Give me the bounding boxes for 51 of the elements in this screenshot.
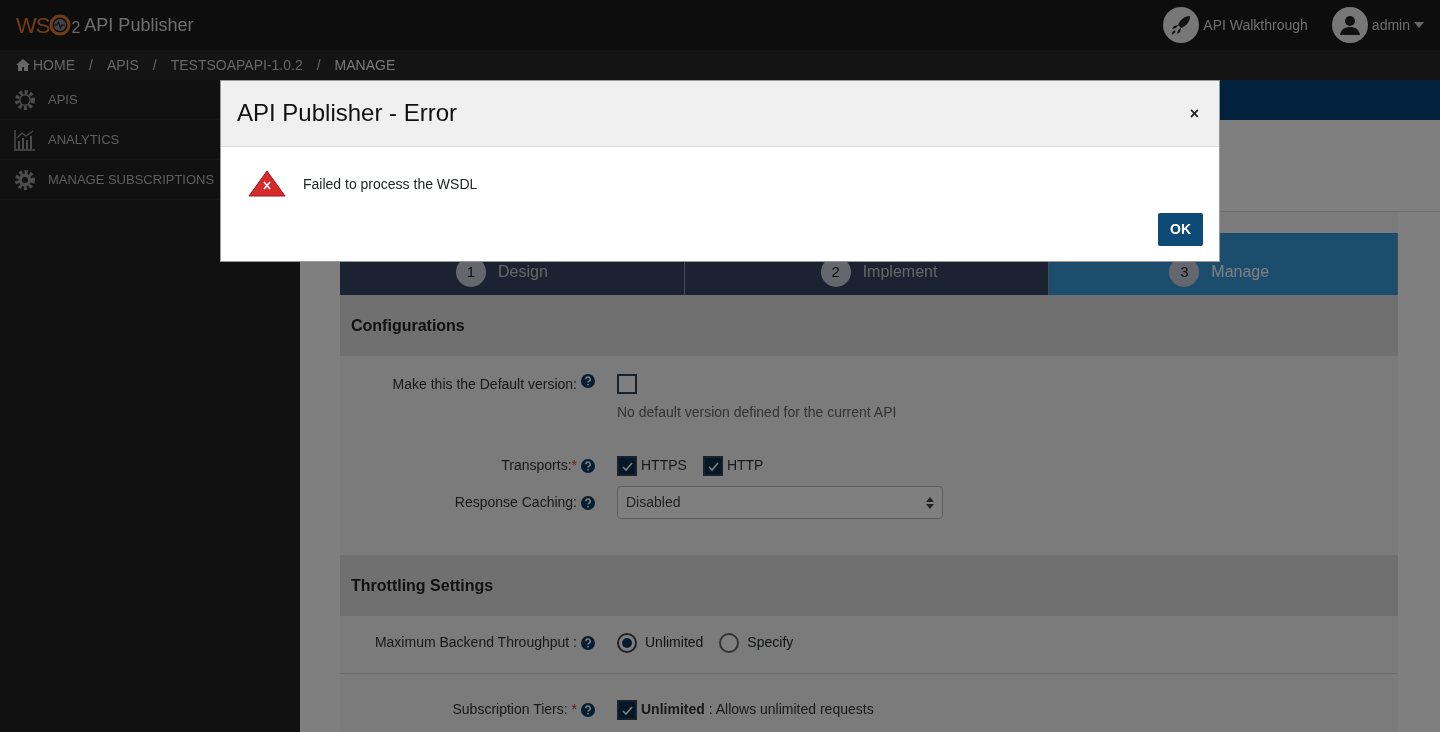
- option-label: Specify: [747, 633, 794, 652]
- section-header: Throttling Settings: [340, 555, 1398, 616]
- logo-subscript: 2: [71, 17, 81, 38]
- settings-icon: [14, 168, 36, 191]
- logo-text: WS: [16, 11, 50, 40]
- radio-dot-icon: [622, 637, 632, 648]
- field-label: Make this the Default version:: [392, 375, 577, 394]
- help-icon: [581, 458, 595, 473]
- user-icon: [1338, 14, 1361, 36]
- gear-icon: [14, 88, 36, 111]
- breadcrumb-separator: /: [152, 55, 157, 75]
- help-icon: [581, 374, 595, 388]
- breadcrumb-link[interactable]: HOME: [33, 54, 75, 76]
- field-label: Subscription Tiers: *: [452, 700, 577, 719]
- option-label: Unlimited : Allows unlimited requests: [641, 700, 874, 719]
- field-label: Response Caching:: [454, 493, 577, 512]
- select-field[interactable]: Disabled: [617, 486, 943, 519]
- field-label: Transports:*: [501, 456, 577, 475]
- ok-button[interactable]: OK: [1158, 213, 1203, 246]
- breadcrumb-link[interactable]: TESTSOAPAPI-1.0.2: [170, 54, 303, 76]
- section-header: Configurations: [340, 295, 1398, 356]
- checkbox[interactable]: [702, 455, 723, 476]
- option-label: HTTPS: [641, 456, 687, 475]
- error-icon: [247, 169, 287, 199]
- radio-button[interactable]: [719, 632, 740, 653]
- breadcrumb-separator: /: [89, 55, 93, 75]
- rocket-icon: [1170, 14, 1193, 36]
- app-title: API Publisher: [84, 13, 194, 37]
- breadcrumb-link[interactable]: MANAGE: [334, 54, 396, 76]
- breadcrumb-separator: /: [316, 55, 321, 75]
- option-label: Unlimited: [645, 633, 704, 652]
- caret-icon: [1414, 22, 1424, 28]
- help-icon: [581, 495, 595, 510]
- spinner-arrows-icon: [926, 496, 934, 509]
- close-button[interactable]: ×: [1185, 101, 1203, 126]
- help-icon: [581, 702, 595, 717]
- user-menu[interactable]: admin: [1331, 7, 1424, 43]
- radio-button[interactable]: [617, 632, 637, 653]
- walkthrough-link[interactable]: API Walkthrough: [1163, 7, 1308, 43]
- home-icon: [16, 59, 30, 71]
- error-message: Failed to process the WSDL: [303, 174, 478, 194]
- logo-icon: [49, 14, 72, 36]
- checkbox[interactable]: [617, 699, 637, 720]
- breadcrumb-link[interactable]: APIS: [106, 54, 139, 76]
- chart-icon: [14, 128, 36, 151]
- help-icon: [581, 635, 595, 650]
- field-label: Maximum Backend Throughput :: [374, 633, 577, 652]
- option-label: HTTP: [726, 456, 764, 475]
- checkbox[interactable]: [617, 374, 637, 394]
- checkbox[interactable]: [617, 455, 637, 476]
- hint-text: No default version defined for the current API: [617, 403, 897, 422]
